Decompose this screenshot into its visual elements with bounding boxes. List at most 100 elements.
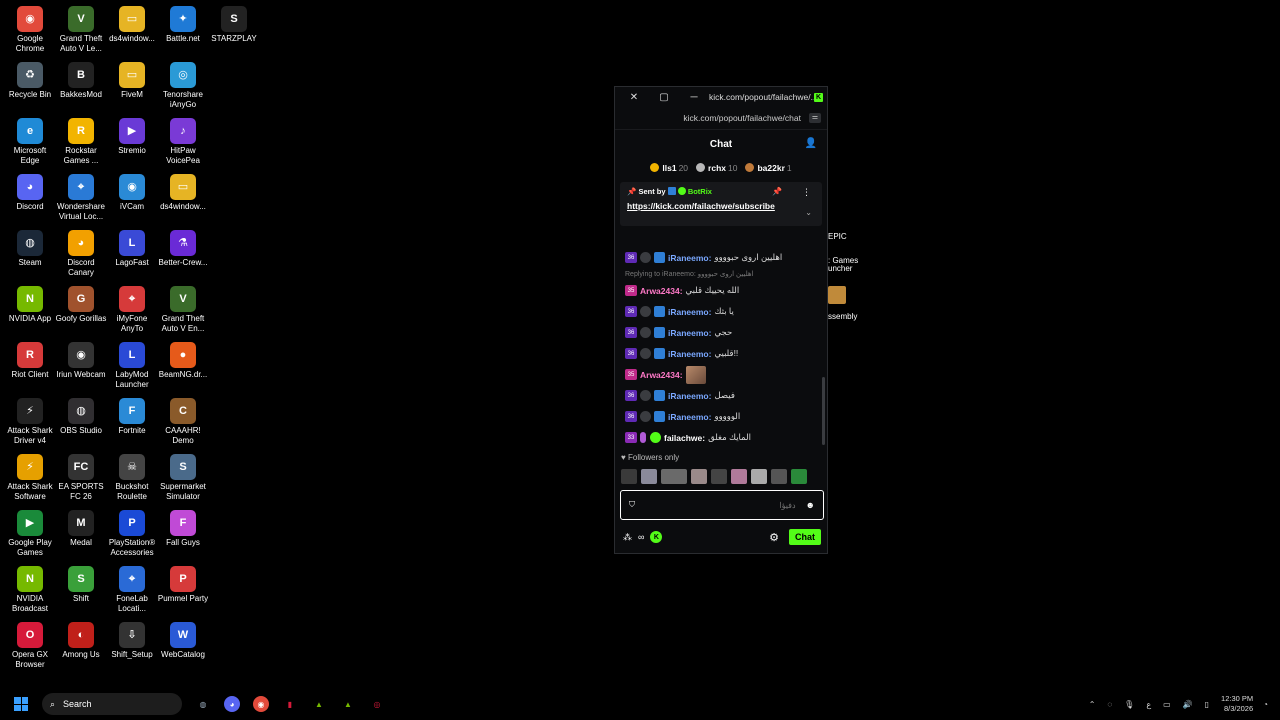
desktop-icon[interactable]: O Opera GX Browser [4,622,56,670]
desktop-icon[interactable]: N NVIDIA Broadcast [4,566,56,614]
desktop-icon[interactable]: ◕ Discord Canary [55,230,107,278]
send-chat-button[interactable]: Chat [789,529,821,545]
maximize-icon[interactable]: ▢ [649,92,679,103]
chat-message[interactable]: 36 iRaneemo: فيصل [615,385,827,406]
desktop-icon[interactable]: G Goofy Gorillas [55,286,107,324]
desktop-icon[interactable]: ♻ Recycle Bin [4,62,56,100]
infinity-icon[interactable]: ∞ [638,532,644,542]
app-taskbar-icon[interactable]: ▮ [282,696,298,712]
desktop-icon[interactable]: R Rockstar Games ... [55,118,107,166]
volume-icon[interactable]: 🔊 [1183,700,1193,709]
address-bar[interactable]: kick.com/popout/failachwe/chat ⚌ [615,107,827,130]
desktop-icon[interactable]: ⌖ FoneLab Locati... [106,566,158,614]
network-icon[interactable]: ▭ [1163,700,1171,709]
desktop-icon[interactable]: L LagoFast [106,230,158,268]
leaderboard-entry[interactable]: rchx 10 [696,163,737,173]
desktop-icon[interactable]: F Fall Guys [157,510,209,548]
steam-taskbar-icon[interactable]: ◍ [195,696,211,712]
desktop-icon[interactable]: ⚗ Better-Crew... [157,230,209,268]
desktop-icon[interactable]: ◍ Steam [4,230,56,268]
reply-reference[interactable]: Replying to iRaneemo: اهليين اروى حبوووو [615,268,827,280]
opera-taskbar-icon[interactable]: ◎ [369,696,385,712]
desktop-icon[interactable]: B BakkesMod [55,62,107,100]
chat-message[interactable]: 36 iRaneemo: يا بثك [615,301,827,322]
desktop-icon[interactable]: ⚡ Attack Shark Software [4,454,56,502]
emote-item[interactable] [691,468,707,484]
desktop-icon[interactable]: ▭ FiveM [106,62,158,100]
points-icon[interactable]: ⁂ [623,532,632,543]
chat-username[interactable]: iRaneemo: [668,328,711,338]
desktop-icon[interactable]: V Grand Theft Auto V En... [157,286,209,334]
kick-coin-icon[interactable]: K [650,531,663,543]
minimize-icon[interactable]: ─ [679,92,709,103]
notification-icon[interactable]: ◔ [1263,700,1268,709]
desktop-icon[interactable]: N NVIDIA App [4,286,56,324]
chevron-down-icon[interactable]: ⌄ [805,208,812,217]
desktop-icon[interactable]: R Riot Client [4,342,56,380]
chat-input-box[interactable]: ⛉ ☻ [620,490,824,520]
desktop-icon[interactable]: L LabyMod Launcher [106,342,158,390]
clock[interactable]: 12:30 PM 8/3/2026 [1221,694,1253,714]
chat-username[interactable]: iRaneemo: [668,307,711,317]
leaderboard-entry[interactable]: lls1 20 [650,163,688,173]
emote-item[interactable] [641,468,657,484]
desktop-icon[interactable]: S Supermarket Simulator [157,454,209,502]
emote-item[interactable] [771,468,787,484]
chat-username[interactable]: Arwa2434: [640,370,683,380]
desktop-icon[interactable]: ◉ Iriun Webcam [55,342,107,380]
pin-icon[interactable]: 📌 [772,187,782,196]
discord-taskbar-icon[interactable]: ◕ [224,696,240,712]
desktop-icon[interactable]: S Shift [55,566,107,604]
desktop-icon[interactable]: FC EA SPORTS FC 26 [55,454,107,502]
desktop-icon[interactable]: ▭ ds4window... [106,6,158,44]
chat-message[interactable]: 35 Arwa2434: [615,364,827,385]
nvidia-broadcast-taskbar-icon[interactable]: ▲ [340,696,356,712]
desktop-icon[interactable]: ✦ Battle.net [157,6,209,44]
desktop-icon[interactable]: ▶ Stremio [106,118,158,156]
leaderboard-entry[interactable]: ba22kr 1 [745,163,792,173]
chat-username[interactable]: iRaneemo: [668,412,711,422]
nvidia-taskbar-icon[interactable]: ▲ [311,696,327,712]
chat-username[interactable]: iRaneemo: [668,253,711,263]
desktop-icon[interactable]: ⌖ iMyFone AnyTo [106,286,158,334]
chat-message[interactable]: 36 iRaneemo: قلبيي!! [615,343,827,364]
chat-username[interactable]: failachwe: [664,433,705,443]
desktop-icon[interactable]: ◐ Among Us [55,622,107,660]
desktop-icon[interactable]: e Microsoft Edge [4,118,56,166]
desktop-icon[interactable]: P Pummel Party [157,566,209,604]
emote-item[interactable] [661,468,687,484]
desktop-icon[interactable]: ⇩ Shift_Setup [106,622,158,660]
desktop-icon[interactable]: P PlayStation® Accessories [106,510,158,558]
desktop-icon[interactable]: ▶ Google Play Games [4,510,56,558]
close-icon[interactable]: ✕ [619,92,649,103]
chat-message[interactable]: 35 Arwa2434: الله يحييك قلبي [615,280,827,301]
chat-scrollbar[interactable] [822,377,825,445]
chrome-taskbar-icon[interactable]: ◉ [253,696,269,712]
chat-username[interactable]: iRaneemo: [668,349,711,359]
emote-item[interactable] [791,468,807,484]
chat-message[interactable]: 33 failachwe: المايك مغلق [615,427,827,447]
chat-message[interactable]: 36 iRaneemo: الووووو [615,406,827,427]
chat-input[interactable] [639,499,798,511]
emote-item[interactable] [751,468,767,484]
pinned-link[interactable]: https://kick.com/failachwe/subscribe [627,201,792,211]
desktop-icon[interactable]: S STARZPLAY [208,6,260,44]
desktop-icon[interactable]: F Fortnite [106,398,158,436]
shield-icon[interactable]: ⛉ [629,500,635,510]
more-options-icon[interactable]: ⋮ [802,187,811,198]
emote-item[interactable] [711,468,727,484]
desktop-icon[interactable]: C CAAAHR! Demo [157,398,209,446]
tray-app-icon[interactable]: ◌ [1107,700,1112,709]
emote-item[interactable] [731,468,747,484]
desktop-icon[interactable]: ◍ OBS Studio [55,398,107,436]
desktop-icon[interactable]: ◉ iVCam [106,174,158,212]
desktop-icon[interactable]: ⌖ Wondershare Virtual Loc... [55,174,107,222]
desktop-icon[interactable]: ● BeamNG.dr... [157,342,209,380]
desktop-icon[interactable]: ♪ HitPaw VoicePea [157,118,209,166]
chat-username[interactable]: iRaneemo: [668,391,711,401]
epic-games-icon[interactable] [828,286,846,304]
chevron-up-icon[interactable]: ⌃ [1089,700,1096,709]
site-settings-icon[interactable]: ⚌ [809,113,821,123]
desktop-icon[interactable]: ⚡ Attack Shark Driver v4 [4,398,56,446]
emoji-icon[interactable]: ☻ [806,500,815,510]
